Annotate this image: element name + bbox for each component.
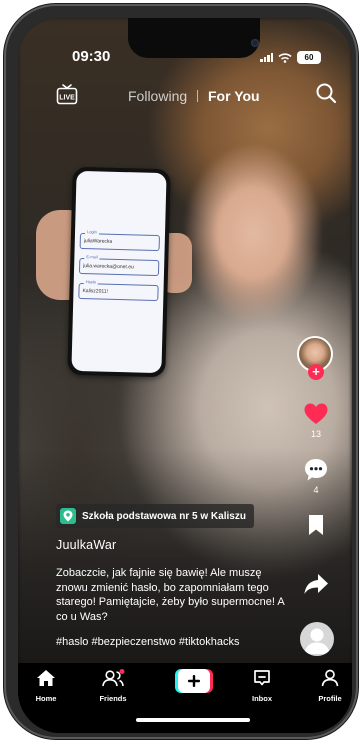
- home-icon: [37, 670, 55, 686]
- nav-friends[interactable]: Friends: [93, 669, 133, 703]
- comment-count: 4: [313, 485, 319, 495]
- held-password-field: Hasło Kalisz2011!: [78, 279, 159, 302]
- battery-icon: 60: [297, 51, 321, 64]
- held-password-label: Hasło: [83, 279, 99, 286]
- search-icon[interactable]: [315, 82, 337, 104]
- nav-home-label: Home: [35, 694, 57, 703]
- location-name: Szkoła podstawowa nr 5 w Kaliszu: [82, 510, 246, 522]
- video-caption: Zobaczcie, jak fajnie się bawię! Ale mus…: [56, 567, 285, 623]
- nav-profile-label: Profile: [318, 694, 342, 703]
- video-hashtags[interactable]: #haslo #bezpieczenstwo #tiktokhacks: [56, 636, 239, 648]
- phone-frame: Login juliaWarecka E-mail julia.warecka@…: [4, 4, 358, 739]
- held-email-value: julia.warecka@onet.eu: [83, 263, 134, 271]
- follow-plus-icon[interactable]: +: [308, 364, 324, 380]
- held-phone-screen: Login juliaWarecka E-mail julia.warecka@…: [71, 170, 167, 374]
- location-pin-icon: [60, 508, 76, 524]
- nav-home[interactable]: Home: [26, 669, 66, 703]
- share-icon[interactable]: [303, 571, 329, 597]
- front-camera: [251, 39, 259, 47]
- default-avatar-icon: [304, 628, 330, 654]
- home-indicator[interactable]: [136, 718, 250, 722]
- location-tag[interactable]: Szkoła podstawowa nr 5 w Kaliszu: [56, 504, 254, 528]
- bookmark-icon[interactable]: [303, 512, 329, 538]
- nav-profile[interactable]: Profile: [310, 669, 350, 703]
- creator-username[interactable]: JuulkaWar: [56, 538, 116, 552]
- held-password-value: Kalisz2011!: [82, 288, 109, 295]
- music-disc-icon[interactable]: [300, 622, 334, 656]
- held-login-value: juliaWarecka: [83, 238, 113, 245]
- inbox-icon: [254, 670, 270, 686]
- friends-icon: [102, 669, 125, 687]
- status-time: 09:30: [72, 48, 111, 65]
- nav-inbox[interactable]: Inbox: [242, 669, 282, 703]
- status-icons: 60: [260, 51, 321, 64]
- like-count: 13: [310, 429, 321, 439]
- held-login-field: Login juliaWarecka: [79, 229, 160, 252]
- tab-divider: [197, 90, 198, 102]
- comment-icon[interactable]: [303, 457, 329, 483]
- nav-inbox-label: Inbox: [252, 694, 272, 703]
- signal-icon: [260, 53, 273, 62]
- heart-icon[interactable]: [303, 401, 329, 427]
- nav-friends-label: Friends: [99, 694, 127, 703]
- create-plus-button[interactable]: [175, 669, 213, 693]
- tab-for-you[interactable]: For You: [208, 88, 260, 104]
- held-email-field: E-mail julia.warecka@onet.eu: [78, 254, 160, 277]
- held-smartphone: Login juliaWarecka E-mail julia.warecka@…: [67, 166, 171, 378]
- live-icon[interactable]: LIVE: [56, 83, 78, 105]
- wifi-icon: [278, 52, 292, 63]
- profile-icon: [321, 669, 339, 687]
- notch: [128, 18, 260, 58]
- held-login-label: Login: [84, 229, 99, 236]
- live-label: LIVE: [59, 95, 75, 102]
- tab-following[interactable]: Following: [128, 88, 187, 104]
- held-email-label: E-mail: [84, 254, 100, 261]
- phone-screen: Login juliaWarecka E-mail julia.warecka@…: [18, 18, 352, 733]
